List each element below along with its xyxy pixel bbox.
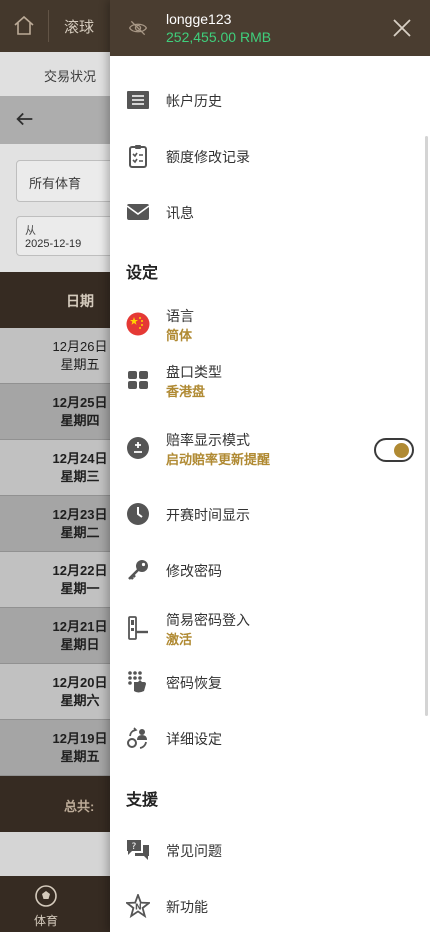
question-chat-icon: ? xyxy=(127,840,149,860)
menu-item-easy-password-login[interactable]: 简易密码登入 激活 xyxy=(110,602,420,654)
china-flag-icon xyxy=(126,312,150,336)
section-header-settings: 设定 xyxy=(126,265,159,282)
odds-type-value: 香港盘 xyxy=(166,384,206,399)
menu-item-odds-type[interactable]: 盘口类型 香港盘 xyxy=(110,354,420,406)
menu-label: 盘口类型 xyxy=(166,364,222,380)
menu-label: 修改密码 xyxy=(166,563,222,579)
star-icon: N xyxy=(126,894,150,918)
odds-display-value: 启动赔率更新提醒 xyxy=(166,452,271,467)
menu-item-detail-settings[interactable]: 详细设定 xyxy=(110,712,420,764)
menu-label: 密码恢复 xyxy=(166,675,222,691)
list-icon xyxy=(127,91,149,109)
clipboard-check-icon xyxy=(129,145,147,168)
menu-label: 新功能 xyxy=(166,899,208,915)
svg-text:?: ? xyxy=(132,842,137,852)
menu-item-account-history[interactable]: 帐户历史 xyxy=(110,74,420,126)
menu-item-change-password[interactable]: 修改密码 xyxy=(110,544,420,596)
close-icon[interactable] xyxy=(390,16,414,40)
eye-off-icon[interactable] xyxy=(128,18,148,38)
menu-item-faq[interactable]: ? 常见问题 xyxy=(110,824,420,876)
menu-item-password-recovery[interactable]: 密码恢复 xyxy=(110,656,420,708)
drawer-menu: 帐户历史 额度修改记录 讯息 设定 语言 简体 盘口类型 香港盘 赔率显示模式 … xyxy=(110,56,430,932)
plus-minus-icon xyxy=(127,437,149,459)
gear-user-icon xyxy=(127,727,147,749)
menu-label: 简易密码登入 xyxy=(166,612,250,628)
grid-icon xyxy=(128,371,148,389)
easy-login-value: 激活 xyxy=(166,632,193,647)
odds-update-alert-toggle[interactable] xyxy=(374,438,414,462)
envelope-icon xyxy=(126,204,150,220)
menu-label: 语言 xyxy=(166,308,194,324)
menu-label: 帐户历史 xyxy=(166,93,222,109)
menu-item-kickoff-time-display[interactable]: 开赛时间显示 xyxy=(110,488,420,540)
language-value: 简体 xyxy=(166,328,193,343)
menu-item-messages[interactable]: 讯息 xyxy=(110,186,420,238)
side-drawer: longge123 252,455.00 RMB 帐户历史 额度修改记录 讯息 … xyxy=(110,0,430,932)
menu-item-odds-display-mode[interactable]: 赔率显示模式 启动赔率更新提醒 xyxy=(110,422,420,474)
drawer-header: longge123 252,455.00 RMB xyxy=(110,0,430,56)
clock-icon xyxy=(127,503,149,525)
menu-label: 常见问题 xyxy=(166,843,222,859)
menu-label: 赔率显示模式 xyxy=(166,432,250,448)
menu-item-credit-change-log[interactable]: 额度修改记录 xyxy=(110,130,420,182)
menu-label: 开赛时间显示 xyxy=(166,507,250,523)
scrollbar[interactable] xyxy=(425,136,428,716)
door-lock-icon xyxy=(128,616,148,640)
toggle-knob xyxy=(394,443,409,458)
username: longge123 xyxy=(166,11,232,27)
menu-label: 讯息 xyxy=(166,205,194,221)
menu-label: 额度修改记录 xyxy=(166,149,250,165)
fingerprint-keypad-icon xyxy=(128,671,146,693)
menu-item-new-features[interactable]: N 新功能 xyxy=(110,880,420,932)
menu-label: 详细设定 xyxy=(166,731,222,747)
svg-text:N: N xyxy=(135,903,142,912)
menu-item-language[interactable]: 语言 简体 xyxy=(110,298,420,350)
section-header-support: 支援 xyxy=(126,792,159,809)
account-balance: 252,455.00 RMB xyxy=(166,29,272,45)
key-icon xyxy=(128,560,148,580)
